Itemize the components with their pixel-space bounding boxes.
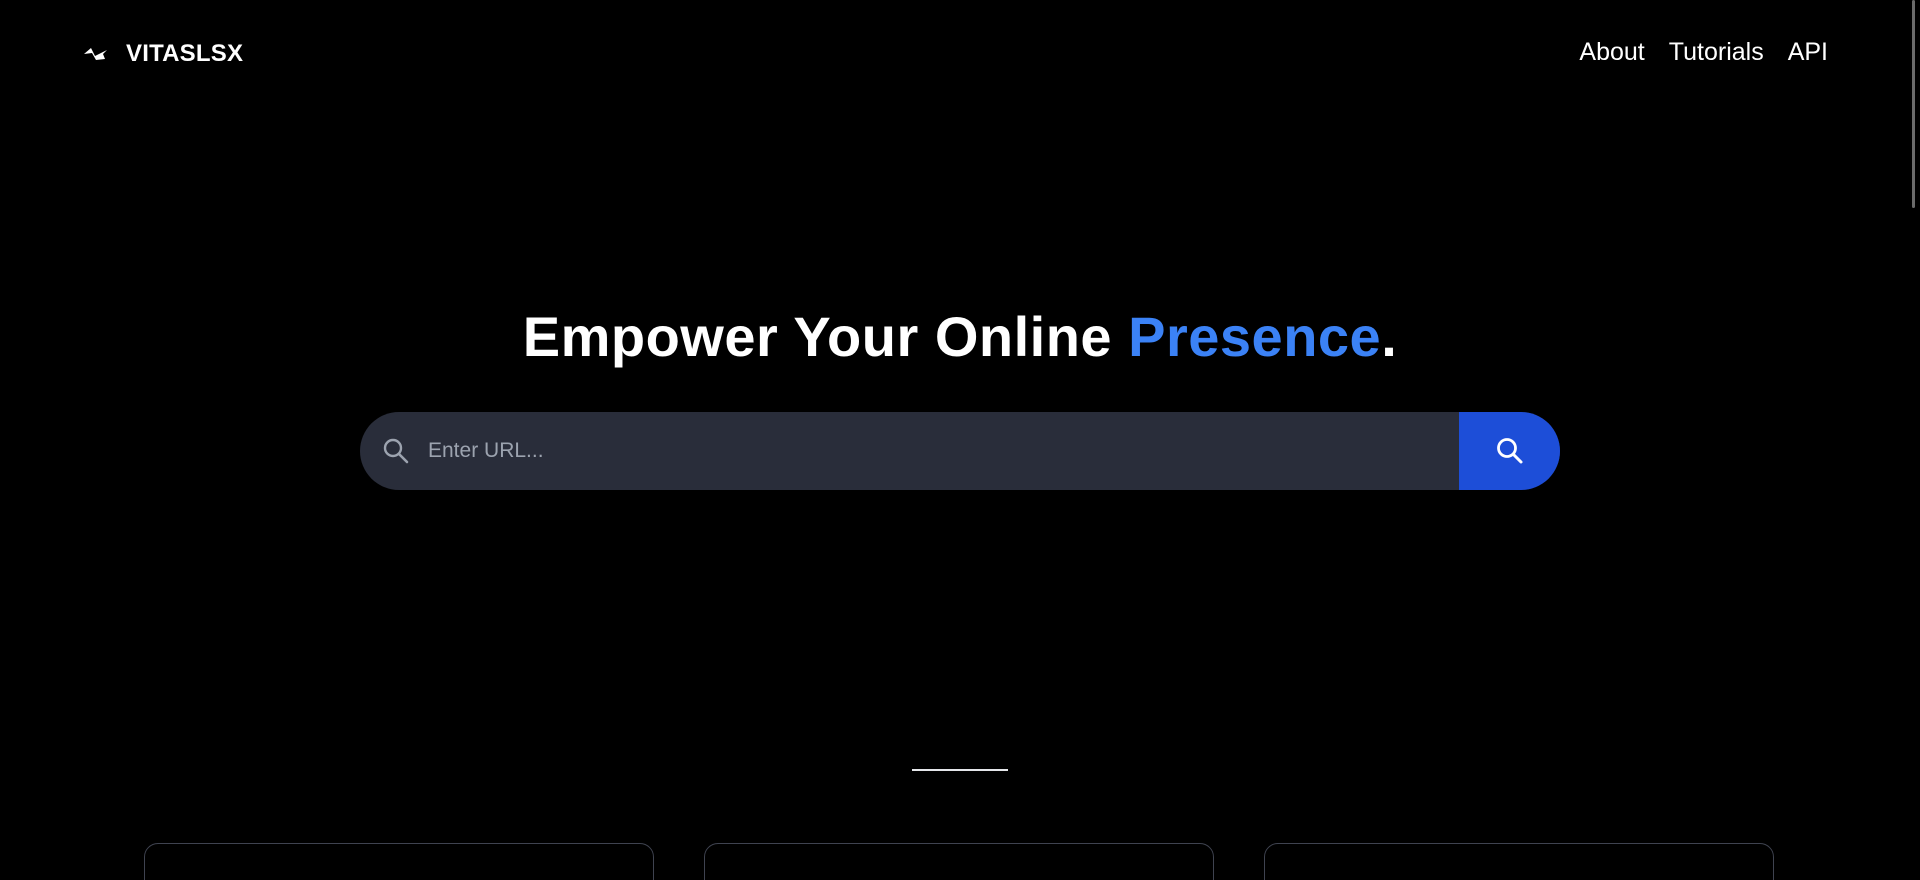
hero-title: Empower Your Online Presence. xyxy=(0,302,1920,372)
nav-link-tutorials[interactable]: Tutorials xyxy=(1669,38,1764,67)
brand-name: VITASLSX xyxy=(126,40,244,67)
page-scrollbar[interactable] xyxy=(1900,0,1920,880)
search-icon xyxy=(1495,436,1525,466)
page: VITASLSX About Tutorials API Empower You… xyxy=(0,0,1920,880)
scrollbar-thumb[interactable] xyxy=(1912,0,1915,208)
hero-title-period: . xyxy=(1381,305,1398,368)
search-submit-button[interactable] xyxy=(1459,412,1560,490)
nav-link-api[interactable]: API xyxy=(1788,38,1828,67)
search-field xyxy=(360,412,1459,490)
swoosh-logo-icon xyxy=(80,38,112,70)
hero-title-main: Empower Your Online xyxy=(522,305,1129,368)
section-divider xyxy=(912,769,1008,771)
feature-card xyxy=(1264,843,1774,880)
main-nav: About Tutorials API xyxy=(1579,38,1828,67)
feature-card xyxy=(144,843,654,880)
hero-title-accent: Presence xyxy=(1128,305,1382,368)
url-input[interactable] xyxy=(426,412,1459,490)
nav-link-about[interactable]: About xyxy=(1579,38,1644,67)
url-search-form xyxy=(360,412,1560,490)
site-header: VITASLSX About Tutorials API xyxy=(0,0,1900,110)
feature-card xyxy=(704,843,1214,880)
search-icon xyxy=(380,435,412,467)
brand-home-link[interactable]: VITASLSX xyxy=(80,38,243,70)
